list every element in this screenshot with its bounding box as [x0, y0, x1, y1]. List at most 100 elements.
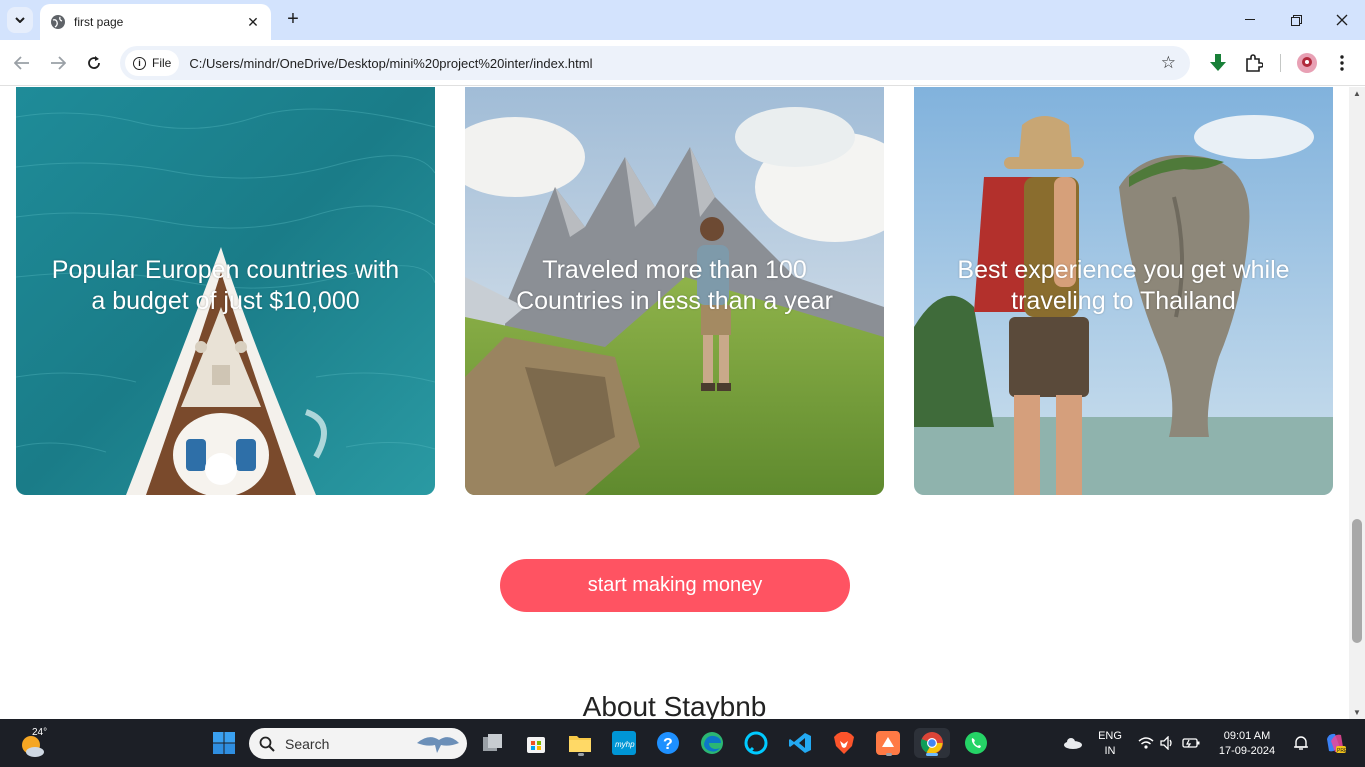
windows-taskbar: 24° Search myhp ? ENG IN 09:01 AM 17-09-… [0, 719, 1365, 767]
back-arrow-icon [14, 56, 29, 70]
start-button[interactable] [209, 728, 239, 758]
page-viewport: Popular Europen countries with a budget … [0, 87, 1349, 719]
app-orange-button[interactable] [873, 728, 903, 758]
svg-text:PRE: PRE [1337, 748, 1347, 754]
more-vert-icon [1340, 55, 1344, 71]
restore-icon [1290, 14, 1302, 26]
taskbar-search[interactable]: Search [249, 728, 467, 759]
search-icon [259, 736, 275, 752]
globe-icon [51, 15, 65, 29]
quick-settings-button[interactable] [1134, 728, 1204, 758]
download-arrow-icon [1210, 54, 1226, 71]
tab-close-icon[interactable]: ✕ [245, 14, 261, 31]
site-info-label: File [152, 56, 172, 70]
manta-ray-search-highlight-icon [417, 737, 459, 753]
browser-toolbar: i File C:/Users/mindr/OneDrive/Desktop/m… [0, 40, 1365, 86]
notification-bell-icon [1294, 736, 1308, 750]
language-indicator[interactable]: ENG IN [1094, 729, 1126, 759]
svg-text:?: ? [663, 736, 673, 753]
page-scrollbar[interactable]: ▲ ▼ [1349, 87, 1365, 719]
new-tab-button[interactable]: + [282, 8, 304, 30]
scroll-up-arrow-icon[interactable]: ▲ [1353, 89, 1361, 98]
url-text[interactable]: C:/Users/mindr/OneDrive/Desktop/mini%20p… [189, 56, 1160, 71]
clock-time: 09:01 AM [1223, 730, 1271, 742]
task-view-button[interactable] [478, 728, 508, 758]
scroll-down-arrow-icon[interactable]: ▼ [1353, 708, 1361, 717]
edge-button[interactable] [697, 728, 727, 758]
minimize-button[interactable] [1227, 0, 1273, 40]
reload-button[interactable] [82, 51, 106, 75]
minimize-icon [1245, 19, 1255, 20]
vscode-icon [789, 733, 811, 753]
weather-temp: 24° [32, 727, 48, 738]
running-indicator [578, 753, 584, 756]
vscode-button[interactable] [785, 728, 815, 758]
close-window-button[interactable] [1319, 0, 1365, 40]
store-bag-icon [527, 737, 545, 753]
start-making-money-button[interactable]: start making money [500, 559, 850, 612]
help-icon: ? [657, 732, 679, 754]
tab-search-button[interactable] [7, 7, 33, 33]
puzzle-icon [1246, 54, 1263, 72]
card-caption: Best experience you get while traveling … [957, 256, 1290, 315]
windows-logo-icon [213, 732, 235, 754]
brave-lion-icon [834, 732, 854, 754]
whatsapp-icon [965, 732, 987, 754]
clock[interactable]: 09:01 AM 17-09-2024 [1214, 729, 1280, 759]
wifi-icon [1138, 737, 1154, 749]
notifications-button[interactable] [1286, 728, 1316, 758]
myhp-icon: myhp [612, 731, 636, 755]
running-indicator [886, 753, 892, 756]
battery-icon [1182, 738, 1200, 748]
chevron-down-icon [15, 17, 25, 23]
scrollbar-thumb[interactable] [1352, 519, 1362, 643]
alexa-icon [744, 731, 768, 755]
browser-tab-bar: first page ✕ + [0, 0, 1365, 40]
info-icon: i [133, 56, 146, 70]
avatar-icon [1297, 53, 1317, 73]
close-icon [1336, 14, 1348, 26]
search-label: Search [285, 735, 330, 752]
edge-icon [701, 732, 723, 754]
travel-card-2[interactable]: Traveled more than 100 Countries in less… [465, 87, 884, 495]
travel-card-1[interactable]: Popular Europen countries with a budget … [16, 87, 435, 495]
alexa-button[interactable] [741, 728, 771, 758]
download-button[interactable] [1206, 51, 1230, 75]
travel-card-3[interactable]: Best experience you get while traveling … [914, 87, 1333, 495]
onedrive-tray-button[interactable] [1058, 728, 1088, 758]
microsoft-store-button[interactable] [521, 728, 551, 758]
browser-menu-button[interactable] [1330, 51, 1354, 75]
card-caption: Traveled more than 100 Countries in less… [516, 256, 833, 315]
forward-arrow-icon [51, 56, 66, 70]
copilot-icon: PRE [1327, 733, 1347, 754]
forward-button[interactable] [46, 51, 70, 75]
bookmark-star-icon[interactable]: ☆ [1161, 53, 1176, 73]
file-explorer-button[interactable] [565, 728, 595, 758]
address-bar[interactable]: i File C:/Users/mindr/OneDrive/Desktop/m… [120, 46, 1190, 80]
reload-icon [88, 56, 100, 69]
task-view-icon [483, 734, 502, 751]
active-indicator [926, 753, 938, 756]
extensions-button[interactable] [1242, 51, 1266, 75]
copilot-button[interactable]: PRE [1320, 728, 1350, 758]
weather-widget[interactable]: 24° [20, 727, 50, 759]
get-help-button[interactable]: ? [653, 728, 683, 758]
volume-icon [1160, 736, 1172, 750]
tab-title: first page [74, 15, 124, 29]
site-info-chip[interactable]: i File [125, 50, 180, 76]
language-top: ENG [1098, 730, 1122, 742]
back-button[interactable] [10, 51, 34, 75]
restore-button[interactable] [1273, 0, 1319, 40]
chrome-button[interactable] [914, 728, 950, 758]
svg-text:myhp: myhp [615, 740, 635, 749]
myhp-button[interactable]: myhp [609, 728, 639, 758]
toolbar-divider [1280, 54, 1281, 72]
whatsapp-button[interactable] [961, 728, 991, 758]
language-bottom: IN [1104, 745, 1116, 757]
profile-avatar[interactable] [1295, 51, 1319, 75]
about-heading: About Staybnb [582, 691, 767, 719]
cloud-icon [1064, 738, 1082, 749]
browser-tab-active[interactable]: first page ✕ [40, 4, 271, 40]
chrome-icon [920, 732, 943, 754]
brave-button[interactable] [829, 728, 859, 758]
